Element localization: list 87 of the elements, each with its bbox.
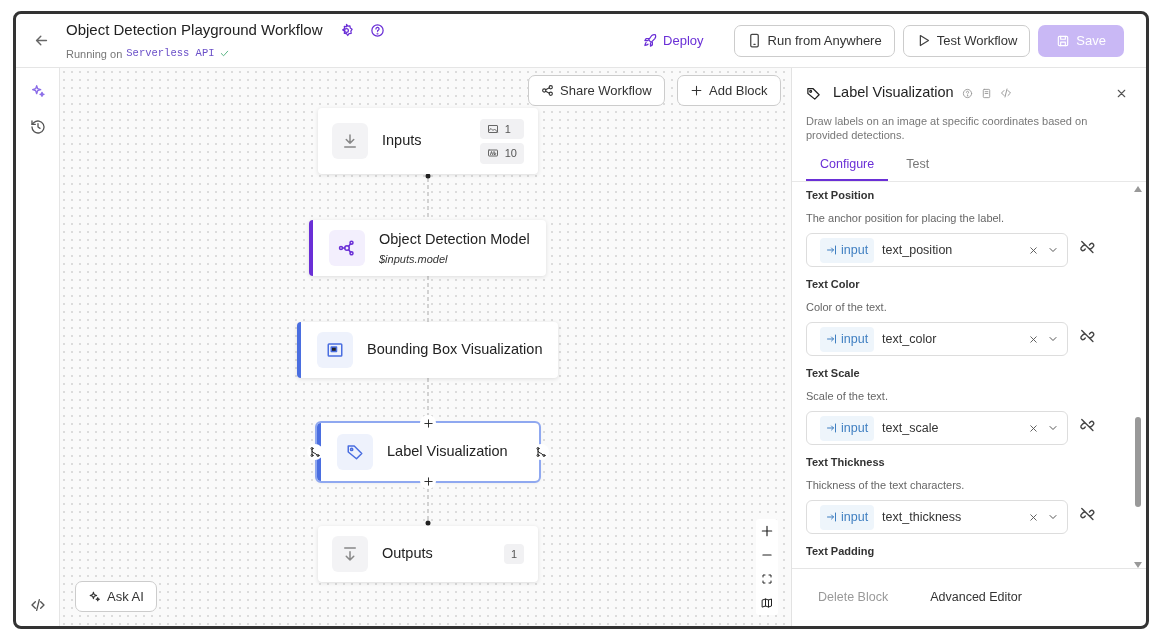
map-icon <box>761 597 773 609</box>
count-badge: 10 <box>479 143 524 164</box>
field-label: Text Thickness <box>806 455 886 471</box>
code-icon <box>29 597 46 613</box>
field-description: Color of the text. <box>806 299 888 315</box>
canvas-toolbar-button[interactable]: Share Workflow <box>528 75 665 106</box>
enter-icon <box>826 333 838 346</box>
field-label: Text Color <box>806 277 861 293</box>
canvas-toolbar-button[interactable]: Add Block <box>677 75 781 106</box>
footer-button[interactable]: Advanced Editor <box>918 584 1034 611</box>
field-label: Text Padding <box>806 544 876 560</box>
fullscreen-icon <box>761 573 773 585</box>
node-subtitle: $inputs.model <box>379 251 449 267</box>
enter-icon <box>826 511 838 524</box>
field-description: Scale of the text. <box>806 388 889 404</box>
bounding-box-icon <box>326 341 344 359</box>
clear-icon[interactable] <box>1028 244 1040 256</box>
share-icon <box>541 84 554 97</box>
text-field-icon <box>486 147 499 160</box>
field-description: The anchor position for placing the label. <box>806 210 1006 226</box>
source-tag: input <box>820 415 875 441</box>
field-value: text_position <box>882 241 954 259</box>
count-badge: 1 <box>479 118 524 139</box>
branch-icon <box>535 446 547 458</box>
save-icon <box>1056 33 1071 48</box>
workflow-node[interactable]: Bounding Box Visualization <box>297 322 558 378</box>
select-field[interactable]: input text_color <box>806 322 1069 357</box>
select-field[interactable]: input text_thickness <box>806 500 1069 535</box>
deploy-button[interactable]: Deploy <box>637 29 710 52</box>
node-title: Bounding Box Visualization <box>367 340 543 360</box>
download-icon <box>341 545 359 563</box>
branch-handle[interactable] <box>307 444 323 460</box>
header-button[interactable]: Test Workflow <box>902 24 1031 57</box>
field-label: Text Scale <box>806 366 861 382</box>
count-badge: 1 <box>503 543 524 565</box>
tag-icon <box>806 85 821 101</box>
network-icon <box>338 239 356 257</box>
download-icon <box>341 132 359 150</box>
history-icon <box>29 119 46 135</box>
node-title: Label Visualization <box>387 442 508 462</box>
node-title: Inputs <box>382 131 422 151</box>
tag-icon <box>346 443 364 461</box>
field-description: Thickness of the text characters. <box>806 477 966 493</box>
field-label: Text Position <box>806 188 876 204</box>
help-icon[interactable] <box>369 22 385 38</box>
source-tag: input <box>820 504 875 530</box>
workflow-node[interactable]: Outputs 1 <box>318 526 538 582</box>
enter-icon <box>826 244 838 257</box>
field-value: text_color <box>882 330 938 348</box>
enter-icon <box>826 422 838 435</box>
source-tag: input <box>820 237 875 263</box>
node-title: Object Detection Model <box>379 229 530 249</box>
add-step-button[interactable] <box>420 415 436 431</box>
workflow-node[interactable]: Label Visualization <box>317 423 539 481</box>
sparkle-icon <box>29 83 46 99</box>
connector-line <box>427 275 429 323</box>
panel-tab[interactable]: Configure <box>806 150 889 182</box>
workflow-node[interactable]: Inputs 1 10 <box>318 108 538 174</box>
select-field[interactable]: input text_position <box>806 233 1069 268</box>
clear-icon[interactable] <box>1028 333 1040 345</box>
branch-icon <box>309 446 321 458</box>
branch-handle[interactable] <box>533 444 549 460</box>
ask-ai-button[interactable]: Ask AI <box>75 581 157 612</box>
runtime-name: Serverless API <box>126 45 215 61</box>
workflow-title: Object Detection Playground Workflow <box>66 20 323 40</box>
rocket-icon <box>643 33 659 48</box>
plus-icon <box>760 524 774 538</box>
port-dot <box>425 520 431 526</box>
header-button[interactable]: Run from Anywhere <box>733 24 895 57</box>
sparkle-icon <box>88 590 101 603</box>
field-value: text_scale <box>882 419 940 437</box>
field-value: text_thickness <box>882 508 963 526</box>
panel-title: Label Visualization <box>833 83 954 103</box>
running-label: Running on <box>66 46 123 62</box>
clear-icon[interactable] <box>1028 422 1040 434</box>
plus-icon <box>422 417 434 429</box>
panel-tab[interactable]: Test <box>892 150 944 182</box>
node-title: Outputs <box>382 544 433 564</box>
clear-icon[interactable] <box>1028 511 1040 523</box>
select-field[interactable]: input text_scale <box>806 411 1069 446</box>
document-icon[interactable] <box>980 87 992 99</box>
workflow-node[interactable]: Object Detection Model $inputs.model <box>309 220 546 276</box>
plus-icon <box>422 475 434 487</box>
source-tag: input <box>820 326 875 352</box>
panel-description: Draw labels on an image at specific coordinates based on provided detections. <box>806 114 1089 143</box>
plus-icon <box>690 84 703 97</box>
image-icon <box>486 122 499 135</box>
